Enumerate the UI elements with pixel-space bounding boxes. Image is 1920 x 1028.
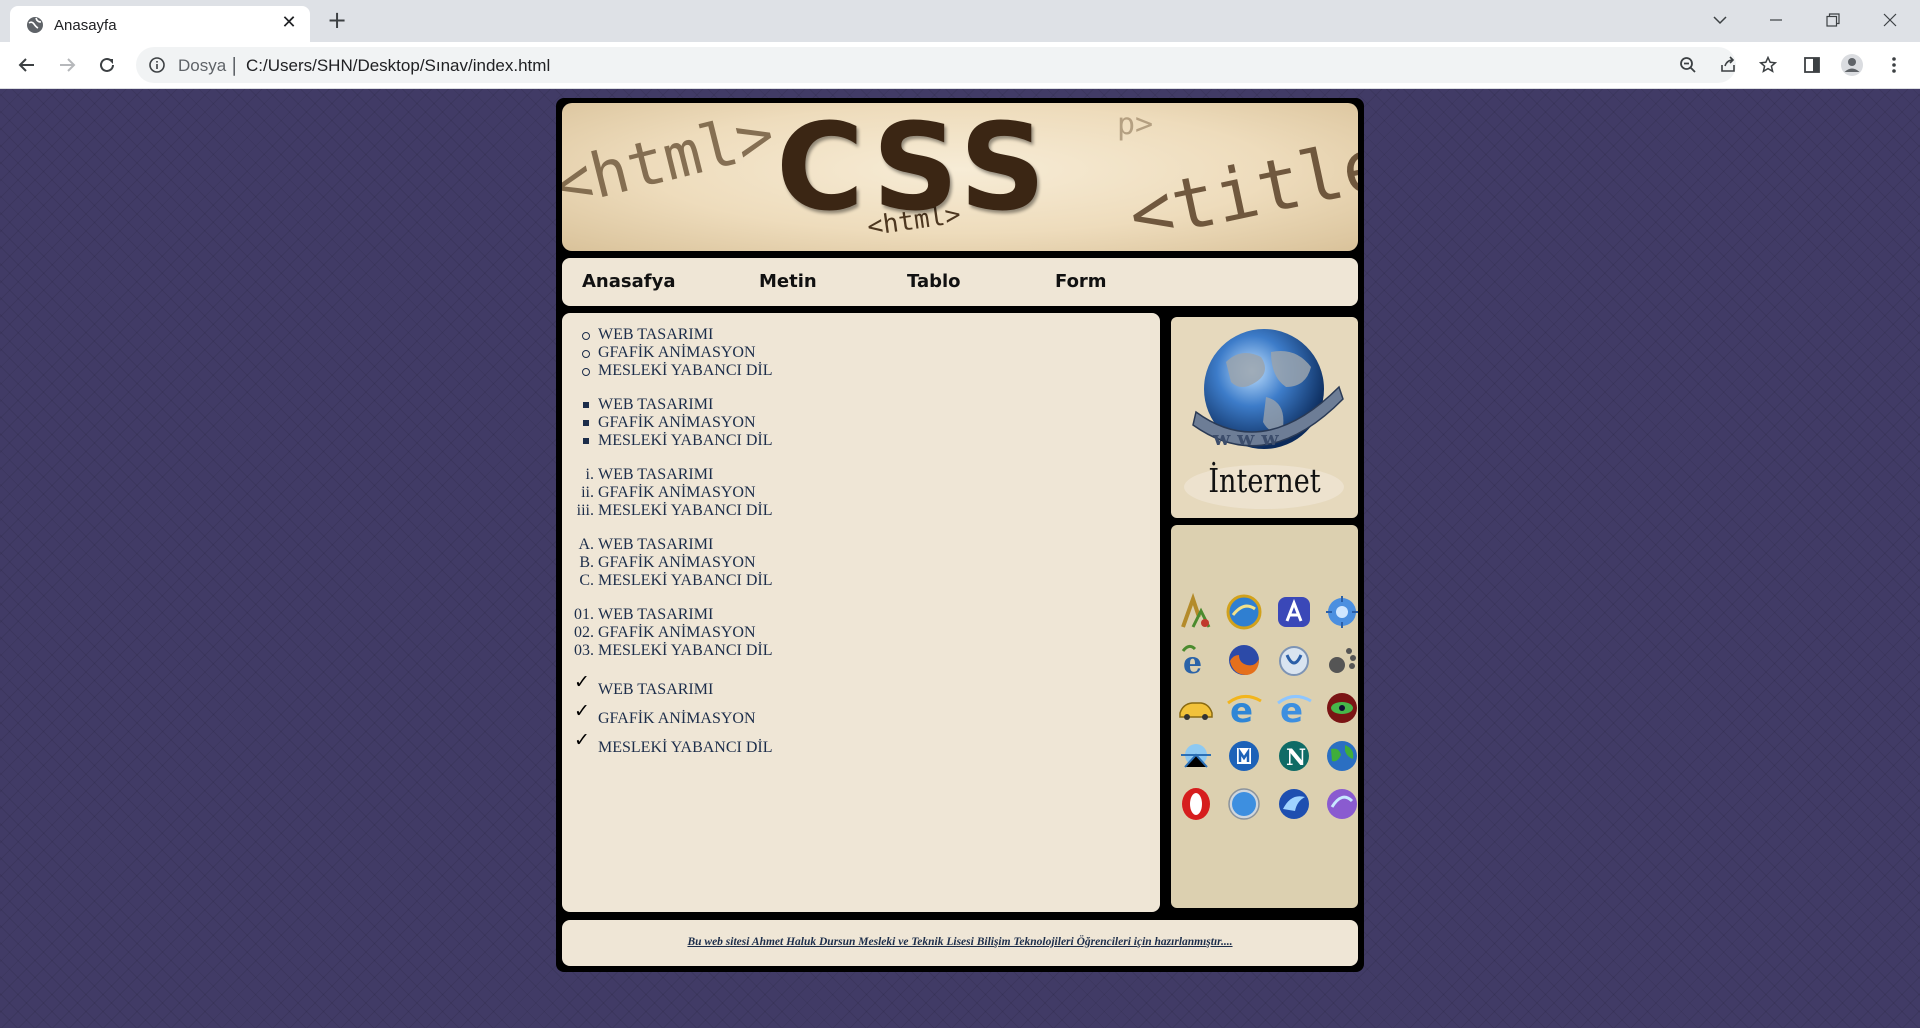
page-viewport: p> <html> <title> <html> CSS Anasafya Me…	[0, 89, 1920, 1028]
internet-explorer-icon[interactable]: e	[1225, 689, 1263, 727]
internet-label: İnternet	[1208, 461, 1321, 500]
square-bullet	[583, 402, 589, 408]
internet-globe-image: w w w İnternet	[1171, 317, 1358, 518]
back-icon[interactable]	[13, 51, 41, 79]
purple-orb-browser-icon[interactable]	[1323, 785, 1361, 823]
svg-text:w w w: w w w	[1212, 426, 1279, 450]
site-container: p> <html> <title> <html> CSS Anasafya Me…	[556, 98, 1364, 972]
restore-icon[interactable]	[1815, 6, 1851, 34]
list-item: ✓ WEB TASARIMI	[574, 671, 714, 698]
browser-toolbar: Dosya | C:/Users/SHN/Desktop/Sınav/index…	[0, 42, 1920, 89]
green-eye-browser-icon[interactable]	[1323, 689, 1361, 727]
opera-icon[interactable]	[1177, 785, 1215, 823]
taxi-car-icon[interactable]	[1177, 689, 1215, 727]
browser-icons-panel: e e e N	[1171, 525, 1358, 908]
address-scheme: Dosya	[178, 56, 227, 75]
firefox-icon[interactable]	[1225, 641, 1263, 679]
square-bullet	[583, 420, 589, 426]
address-url[interactable]: C:/Users/SHN/Desktop/Sınav/index.html	[246, 56, 550, 76]
list-item: MESLEKİ YABANCI DİL	[562, 362, 962, 380]
list-item: ✓ GFAFİK ANİMASYON	[574, 700, 756, 727]
css-banner-image: p> <html> <title> <html> CSS	[562, 103, 1358, 251]
list-item: A. WEB TASARIMI	[578, 536, 714, 553]
check-icon: ✓	[574, 700, 590, 722]
internet-explorer-alt-icon[interactable]: e	[1275, 689, 1313, 727]
banner-corner-text: p>	[1117, 107, 1154, 142]
square-bullet	[583, 438, 589, 444]
list-item: GFAFİK ANİMASYON	[562, 344, 962, 362]
check-icon: ✓	[574, 671, 590, 693]
list-item: 01. WEB TASARIMI	[574, 606, 714, 623]
browser-tab[interactable]: Anasayfa ✕	[10, 6, 310, 42]
tab-strip: Anasayfa ✕ +	[0, 0, 1920, 42]
list-item: i. WEB TASARIMI	[585, 466, 714, 483]
check-list: ✓ WEB TASARIMI ✓ GFAFİK ANİMASYON ✓ MESLEKİ…	[562, 671, 962, 760]
reload-icon[interactable]	[93, 51, 121, 79]
list-item: WEB TASARIMI	[562, 326, 962, 344]
address-separator: |	[231, 54, 238, 76]
main-content: WEB TASARIMI GFAFİK ANİMASYON MESLEKİ YA…	[562, 313, 1160, 912]
banner-bg-text-right: <title>	[1121, 112, 1358, 251]
new-tab-icon[interactable]: +	[325, 8, 349, 33]
list-item: WEB TASARIMI	[562, 396, 962, 414]
k-meleon-icon[interactable]	[1177, 737, 1215, 775]
check-icon: ✓	[574, 729, 590, 751]
site-nav: Anasafya Metin Tablo Form	[562, 258, 1358, 306]
nav-link-form[interactable]: Form	[1055, 271, 1107, 292]
nav-link-anasafya[interactable]: Anasafya	[582, 271, 675, 292]
nav-link-tablo[interactable]: Tablo	[907, 271, 961, 292]
svg-text:N: N	[1286, 745, 1306, 771]
alpha-list: A. WEB TASARIMI B. GFAFİK ANİMASYON C. MESL…	[562, 536, 962, 590]
decimal-list: 01. WEB TASARIMI 02. GFAFİK ANİMASYON 03. M…	[562, 606, 962, 660]
square-list: WEB TASARIMI GFAFİK ANİMASYON MESLEKİ YA…	[562, 396, 962, 450]
tab-title: Anasayfa	[54, 17, 117, 34]
chevron-down-icon[interactable]	[1702, 6, 1738, 34]
arachnophilia-icon[interactable]	[1177, 593, 1215, 631]
zoom-icon[interactable]	[1676, 53, 1700, 77]
circle-bullet	[582, 350, 590, 358]
gnome-foot-icon[interactable]	[1323, 641, 1361, 679]
list-item: 03. MESLEKİ YABANCI DİL	[574, 642, 773, 659]
globe-favicon-icon	[26, 16, 44, 34]
tab-close-icon[interactable]: ✕	[278, 12, 300, 34]
banner-title: CSS	[776, 103, 1052, 238]
site-footer: Bu web sitesi Ahmet Haluk Dursun Mesleki…	[562, 920, 1358, 966]
side-panel-icon[interactable]	[1798, 51, 1826, 79]
share-icon[interactable]	[1716, 53, 1740, 77]
minimize-icon[interactable]	[1758, 6, 1794, 34]
svg-text:e: e	[1183, 646, 1202, 679]
profile-icon[interactable]	[1838, 51, 1866, 79]
menu-icon[interactable]	[1880, 51, 1908, 79]
star-icon[interactable]	[1756, 53, 1780, 77]
window-close-icon[interactable]	[1872, 6, 1908, 34]
list-item: 02. GFAFİK ANİMASYON	[574, 624, 756, 641]
blue-compass-icon[interactable]	[1323, 593, 1361, 631]
circle-bullet	[582, 368, 590, 376]
footer-link[interactable]: Bu web sitesi Ahmet Haluk Dursun Mesleki…	[562, 936, 1358, 948]
seamonkey-icon[interactable]	[1275, 785, 1313, 823]
address-bar[interactable]: Dosya | C:/Users/SHN/Desktop/Sınav/index…	[136, 47, 1777, 83]
list-item: C. MESLEKİ YABANCI DİL	[579, 572, 773, 589]
circle-list: WEB TASARIMI GFAFİK ANİMASYON MESLEKİ YA…	[562, 326, 962, 380]
info-icon[interactable]	[148, 56, 166, 78]
list-item: iii. MESLEKİ YABANCI DİL	[576, 502, 773, 519]
netscape-icon[interactable]: N	[1275, 737, 1313, 775]
avant-browser-icon[interactable]	[1275, 593, 1313, 631]
list-item: MESLEKİ YABANCI DİL	[562, 432, 962, 450]
galeon-icon[interactable]	[1275, 641, 1313, 679]
list-item: ii. GFAFİK ANİMASYON	[581, 484, 756, 501]
list-item: ✓ MESLEKİ YABANCI DİL	[574, 729, 773, 756]
blue-orb-browser-icon[interactable]	[1225, 593, 1263, 631]
list-item: GFAFİK ANİMASYON	[562, 414, 962, 432]
epiphany-icon[interactable]: e	[1177, 641, 1215, 679]
nav-link-metin[interactable]: Metin	[759, 271, 817, 292]
roman-list: i. WEB TASARIMI ii. GFAFİK ANİMASYON iii. M…	[562, 466, 962, 520]
list-item: B. GFAFİK ANİMASYON	[579, 554, 756, 571]
maxthon-icon[interactable]	[1225, 737, 1263, 775]
safari-icon[interactable]	[1225, 785, 1263, 823]
forward-icon[interactable]	[53, 51, 81, 79]
green-globe-icon[interactable]	[1323, 737, 1361, 775]
circle-bullet	[582, 332, 590, 340]
banner-bg-text-left: <html>	[562, 103, 782, 223]
